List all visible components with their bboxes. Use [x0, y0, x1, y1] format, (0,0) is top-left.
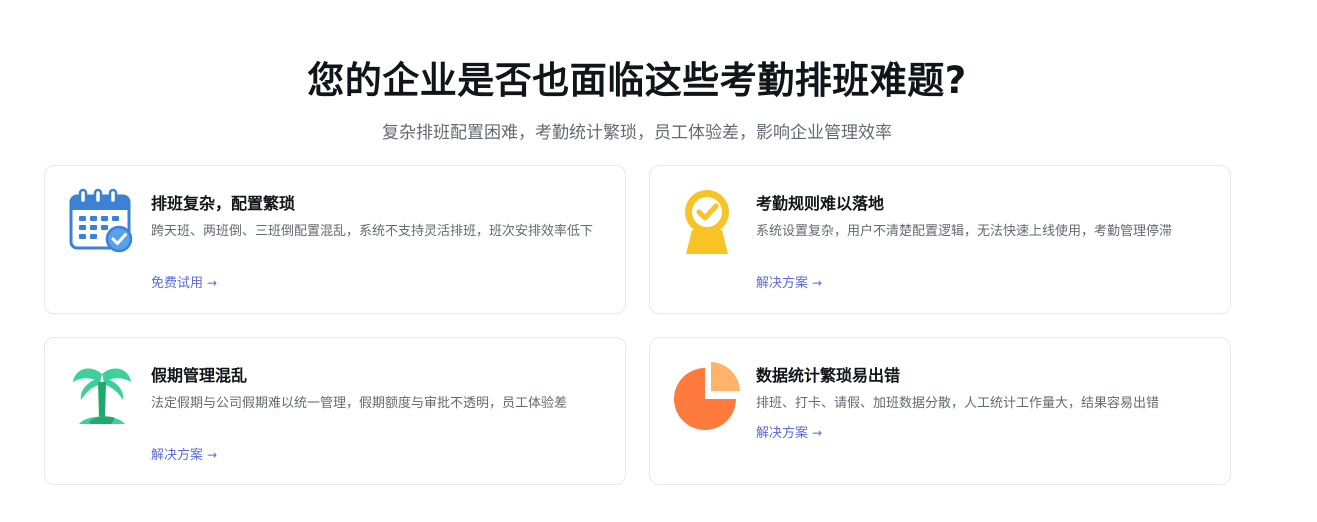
page-title: 您的企业是否也面临这些考勤排班难题? [307, 59, 967, 102]
arrow-right-icon: → [812, 426, 823, 440]
solution-link[interactable]: 解决方案 → [756, 272, 822, 291]
problem-card-holidays: 假期管理混乱 法定假期与公司假期难以统一管理，假期额度与审批不透明，员工体验差 … [44, 337, 626, 485]
card-description: 排班、打卡、请假、加班数据分散，人工统计工作量大，结果容易出错 [756, 396, 1160, 411]
card-title: 考勤规则难以落地 [756, 194, 885, 213]
arrow-right-icon: → [207, 448, 218, 462]
card-description: 系统设置复杂，用户不清楚配置逻辑，无法快速上线使用，考勤管理停滞 [756, 224, 1173, 239]
problem-card-rules: 考勤规则难以落地 系统设置复杂，用户不清楚配置逻辑，无法快速上线使用，考勤管理停… [649, 165, 1231, 314]
solution-link[interactable]: 解决方案 → [756, 422, 822, 441]
problem-card-statistics: 数据统计繁琐易出错 排班、打卡、请假、加班数据分散，人工统计工作量大，结果容易出… [649, 337, 1231, 485]
card-description: 法定假期与公司假期难以统一管理，假期额度与审批不透明，员工体验差 [151, 396, 568, 411]
problem-card-scheduling: 排班复杂，配置繁琐 跨天班、两班倒、三班倒配置混乱，系统不支持灵活排班，班次安排… [44, 165, 626, 314]
location-check-icon [672, 186, 742, 256]
card-description: 跨天班、两班倒、三班倒配置混乱，系统不支持灵活排班，班次安排效率低下 [151, 224, 594, 239]
link-label: 解决方案 [756, 426, 809, 441]
card-title: 排班复杂，配置繁琐 [151, 194, 296, 213]
calendar-check-icon [67, 186, 137, 256]
pie-chart-icon [672, 360, 742, 430]
palm-tree-icon [67, 360, 137, 430]
solution-link[interactable]: 解决方案 → [151, 444, 217, 463]
card-title: 假期管理混乱 [151, 366, 248, 385]
arrow-right-icon: → [812, 276, 823, 290]
page-subtitle: 复杂排班配置困难，考勤统计繁琐，员工体验差，影响企业管理效率 [382, 123, 892, 143]
link-label: 解决方案 [151, 448, 204, 463]
link-label: 免费试用 [151, 276, 204, 291]
free-trial-link[interactable]: 免费试用 → [151, 272, 217, 291]
card-title: 数据统计繁琐易出错 [756, 366, 901, 385]
link-label: 解决方案 [756, 276, 809, 291]
page: 您的企业是否也面临这些考勤排班难题? 复杂排班配置困难，考勤统计繁琐，员工体验差… [0, 0, 1317, 522]
arrow-right-icon: → [207, 276, 218, 290]
